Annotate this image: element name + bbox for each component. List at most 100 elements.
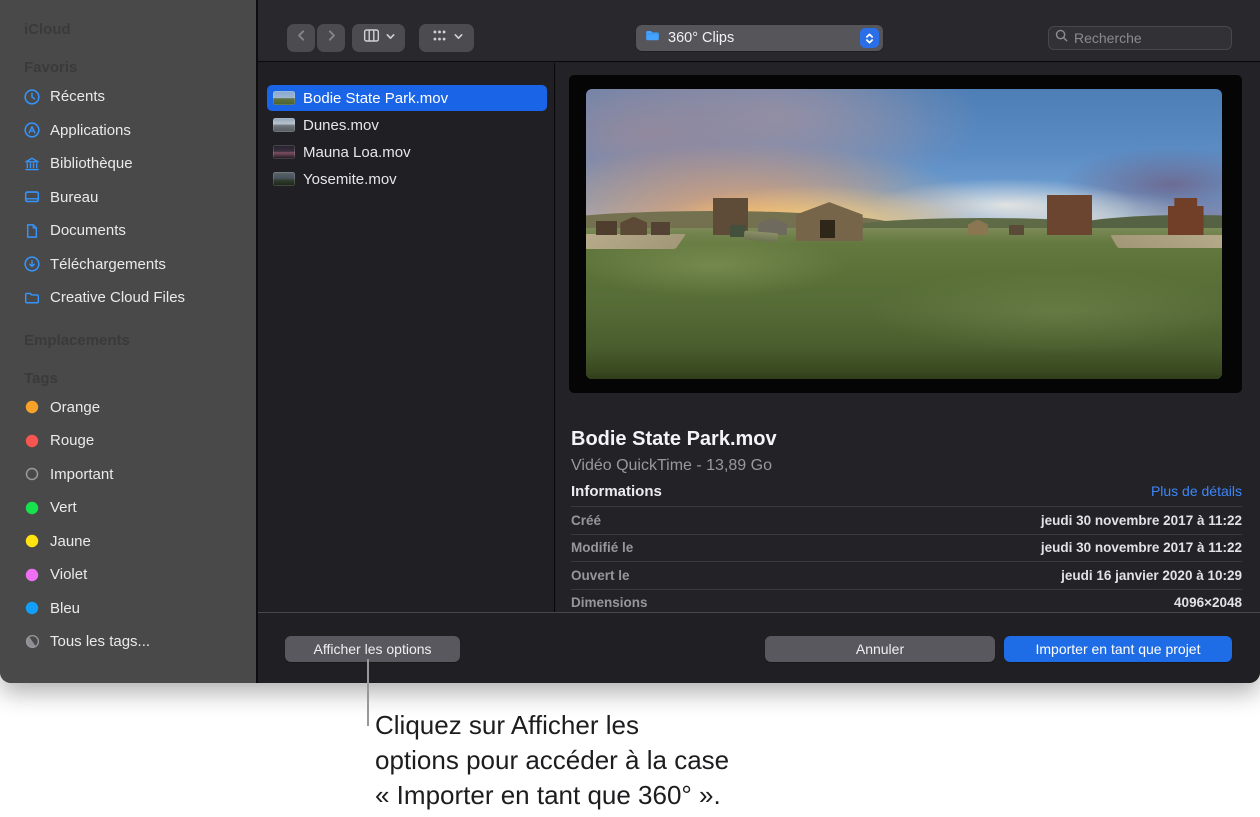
sidebar-item-label: Important xyxy=(50,466,113,483)
tag-dot-icon xyxy=(22,565,42,585)
sidebar-section-header-favoris: Favoris xyxy=(24,56,256,80)
info-row-value: 4096×2048 xyxy=(1174,595,1242,610)
sidebar-item-jaune[interactable]: Jaune xyxy=(0,525,256,559)
sidebar-item-creative-cloud-files[interactable]: Creative Cloud Files xyxy=(0,281,256,315)
sidebar-item-label: Bureau xyxy=(50,189,98,206)
tag-dot-icon xyxy=(22,431,42,451)
tag-dot-icon xyxy=(22,598,42,618)
sidebar-item-documents[interactable]: Documents xyxy=(0,214,256,248)
info-row-label: Dimensions xyxy=(571,595,648,610)
file-row-dunes-mov[interactable]: Dunes.mov xyxy=(267,112,547,138)
folder-icon xyxy=(22,288,42,308)
tag-outline-icon xyxy=(22,464,42,484)
info-row-ouvert-le: Ouvert lejeudi 16 janvier 2020 à 10:29 xyxy=(571,561,1242,589)
file-name: Dunes.mov xyxy=(303,117,379,134)
sidebar-item-rouge[interactable]: Rouge xyxy=(0,424,256,458)
sidebar-item-orange[interactable]: Orange xyxy=(0,391,256,425)
file-name: Bodie State Park.mov xyxy=(303,90,448,107)
chevron-down-icon xyxy=(385,29,396,47)
sidebar-item-label: Creative Cloud Files xyxy=(50,289,185,306)
preview-column: Bodie State Park.mov Vidéo QuickTime - 1… xyxy=(556,63,1260,612)
toolbar: 360° Clips xyxy=(258,0,1260,62)
photo-road xyxy=(586,234,686,249)
file-thumbnail xyxy=(273,172,295,186)
folder-icon xyxy=(644,27,661,49)
search-input[interactable] xyxy=(1072,29,1225,47)
import-window: iCloud Favoris Récents Applications Biblioth… xyxy=(0,0,1260,683)
browser-body: Bodie State Park.mov Dunes.mov Mauna Loa.m… xyxy=(258,63,1260,612)
document-icon xyxy=(22,221,42,241)
file-thumbnail xyxy=(273,118,295,132)
file-info-panel: Bodie State Park.mov Vidéo QuickTime - 1… xyxy=(571,427,1242,616)
clock-icon xyxy=(22,87,42,107)
sidebar-section-header-emplacements: Emplacements xyxy=(24,329,256,353)
photo-road xyxy=(1110,235,1222,248)
preview-image xyxy=(586,89,1222,379)
file-subtitle: Vidéo QuickTime - 13,89 Go xyxy=(571,456,1242,476)
photo-building xyxy=(820,220,835,239)
info-row-label: Modifié le xyxy=(571,540,633,555)
search-field[interactable] xyxy=(1048,26,1232,50)
info-row-label: Ouvert le xyxy=(571,568,630,583)
photo-building xyxy=(596,221,618,236)
sidebar-item-applications[interactable]: Applications xyxy=(0,114,256,148)
sidebar-item-label: Violet xyxy=(50,566,87,583)
sidebar-item-bleu[interactable]: Bleu xyxy=(0,592,256,626)
preview-image-container xyxy=(569,75,1242,393)
info-row-modifie-le: Modifié lejeudi 30 novembre 2017 à 11:22 xyxy=(571,534,1242,562)
more-details-link[interactable]: Plus de détails xyxy=(1151,481,1242,501)
cancel-button[interactable]: Annuler xyxy=(765,636,995,662)
sidebar-section-header-icloud: iCloud xyxy=(24,18,256,42)
photo-building xyxy=(1168,198,1204,236)
group-by-button[interactable] xyxy=(419,24,474,52)
file-thumbnail xyxy=(273,145,295,159)
file-title: Bodie State Park.mov xyxy=(571,427,1242,451)
file-row-bodie-state-park-mov[interactable]: Bodie State Park.mov xyxy=(267,85,547,111)
callout-line xyxy=(367,659,369,726)
caption-text: Cliquez sur Afficher les options pour ac… xyxy=(375,708,729,813)
photo-building xyxy=(651,222,670,235)
sidebar-section-header-tags: Tags xyxy=(24,367,256,391)
sidebar-item-label: Vert xyxy=(50,499,77,516)
show-options-button[interactable]: Afficher les options xyxy=(285,636,460,662)
sidebar-item-important[interactable]: Important xyxy=(0,458,256,492)
tag-dot-icon xyxy=(22,498,42,518)
app-store-icon xyxy=(22,120,42,140)
file-name: Yosemite.mov xyxy=(303,171,397,188)
finder-sidebar: iCloud Favoris Récents Applications Biblioth… xyxy=(0,0,256,683)
group-icon xyxy=(430,26,449,50)
sidebar-item-violet[interactable]: Violet xyxy=(0,558,256,592)
forward-button[interactable] xyxy=(317,24,345,52)
file-thumbnail xyxy=(273,91,295,105)
sidebar-item-bibliotheque[interactable]: Bibliothèque xyxy=(0,147,256,181)
file-row-mauna-loa-mov[interactable]: Mauna Loa.mov xyxy=(267,139,547,165)
sidebar-item-label: Tous les tags... xyxy=(50,633,150,650)
search-icon xyxy=(1055,29,1068,47)
back-button[interactable] xyxy=(287,24,315,52)
columns-view-icon xyxy=(362,26,381,50)
chevron-left-icon xyxy=(295,29,308,47)
sidebar-item-label: Documents xyxy=(50,222,126,239)
sidebar-item-label: Bleu xyxy=(50,600,80,617)
sidebar-item-vert[interactable]: Vert xyxy=(0,491,256,525)
library-icon xyxy=(22,154,42,174)
sidebar-item-bureau[interactable]: Bureau xyxy=(0,181,256,215)
import-as-project-button[interactable]: Importer en tant que projet xyxy=(1004,636,1232,662)
tag-dot-icon xyxy=(22,397,42,417)
sidebar-item-telechargements[interactable]: Téléchargements xyxy=(0,248,256,282)
view-mode-button[interactable] xyxy=(352,24,405,52)
dialog-footer: Afficher les options Annuler Importer en… xyxy=(258,612,1260,683)
window-content: 360° Clips Bodie State Park.mov Dunes.mov… xyxy=(258,0,1260,683)
sidebar-item-recents[interactable]: Récents xyxy=(0,80,256,114)
photo-building xyxy=(1047,195,1092,236)
sidebar-item-label: Orange xyxy=(50,399,100,416)
sidebar-item-label: Bibliothèque xyxy=(50,155,133,172)
tag-dot-icon xyxy=(22,531,42,551)
file-row-yosemite-mov[interactable]: Yosemite.mov xyxy=(267,166,547,192)
folder-popup-menu[interactable]: 360° Clips xyxy=(636,25,883,51)
photo-building xyxy=(1009,225,1024,235)
info-row-label: Créé xyxy=(571,513,601,528)
sidebar-item-label: Récents xyxy=(50,88,105,105)
sidebar-item-tous-les-tags[interactable]: Tous les tags... xyxy=(0,625,256,659)
info-section-header: Informations xyxy=(571,482,662,502)
